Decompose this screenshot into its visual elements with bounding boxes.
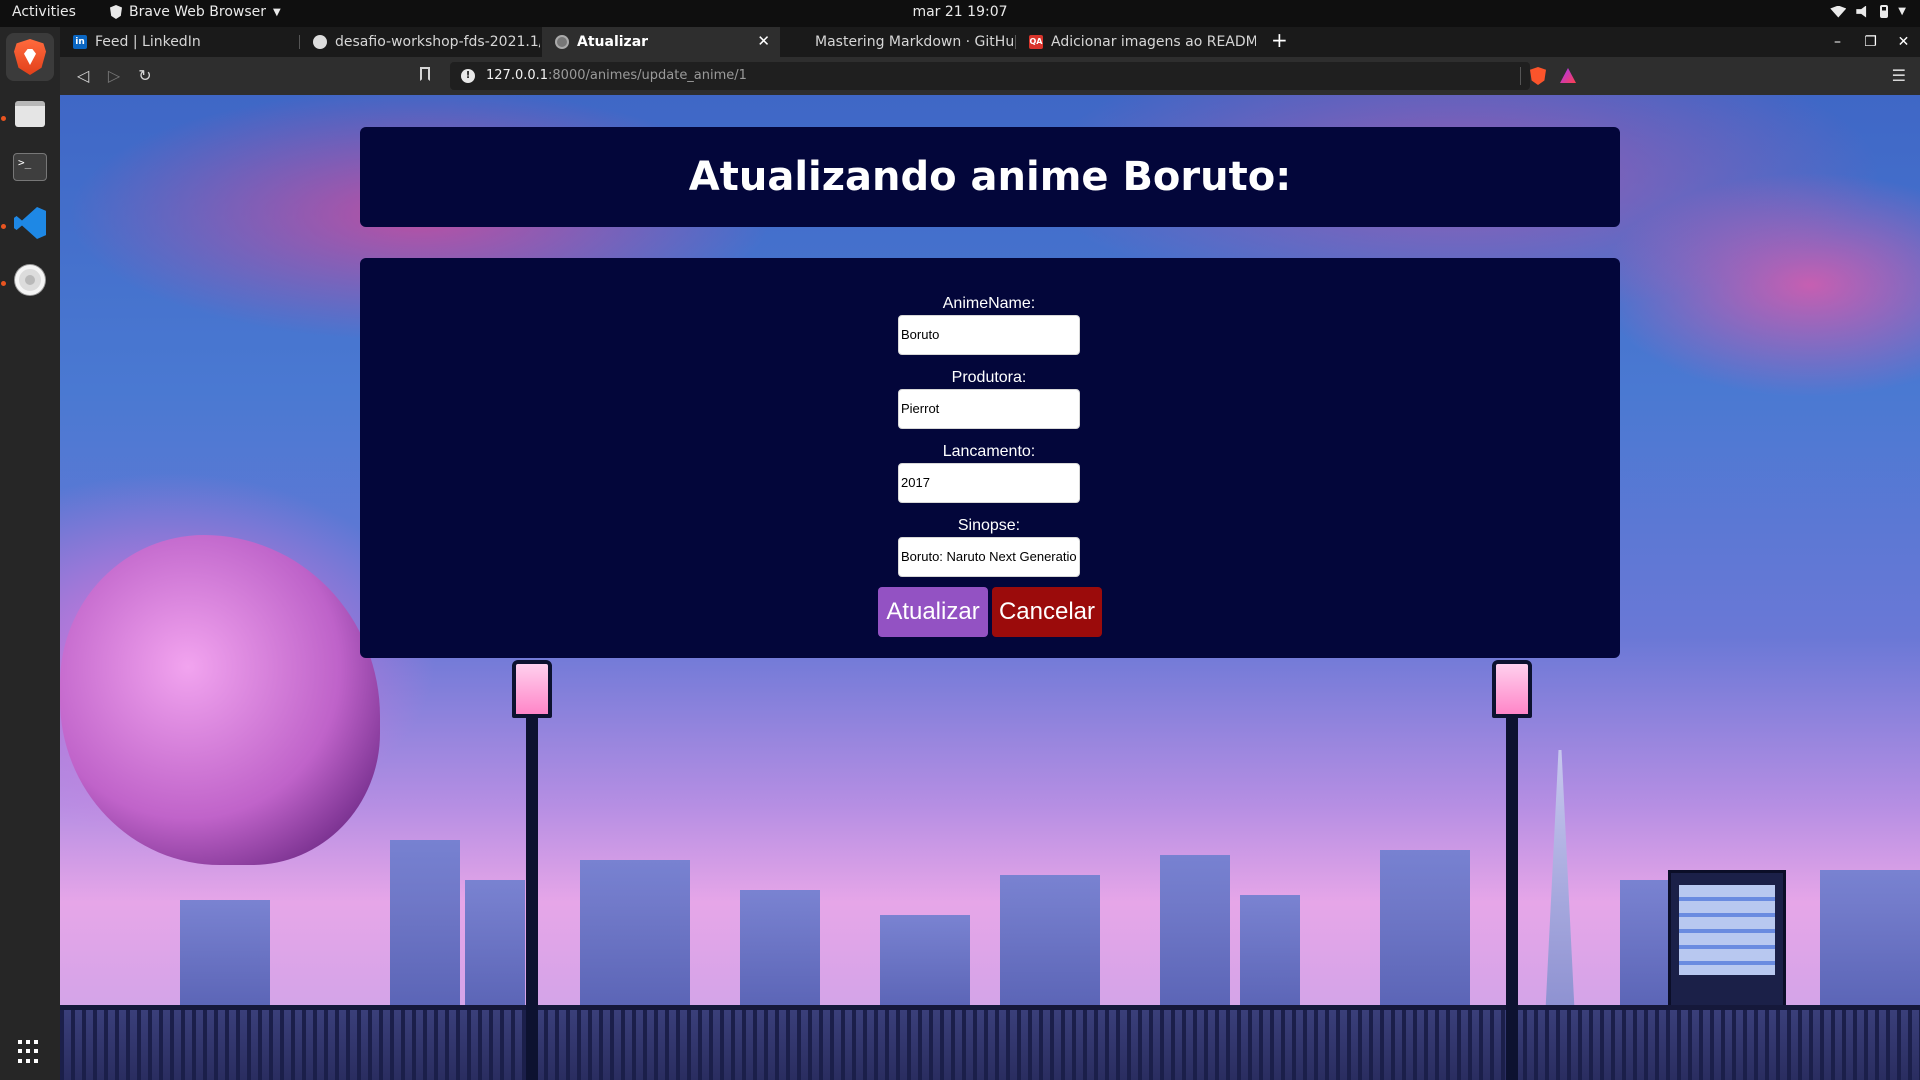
browser-toolbar: ◁ ▷ ↻ ! 127.0.0.1:8000/animes/update_ani… [60, 57, 1920, 95]
tab-title: Adicionar imagens ao READM [1051, 34, 1256, 50]
lancamento-field: Lancamento: 2017 [898, 442, 1080, 503]
dock: >_ [0, 27, 60, 1080]
update-anime-form: AnimeName: Boruto Produtora: Pierrot Lan… [360, 258, 1620, 658]
caret-down-icon: ▼ [273, 6, 281, 18]
qa-icon: QA [1029, 35, 1043, 49]
files-icon [15, 101, 45, 127]
github-icon [313, 35, 327, 49]
bookmark-icon[interactable] [420, 67, 430, 81]
tab-github-repo[interactable]: desafio-workshop-fds-2021.1/ [300, 27, 540, 57]
street-lamp-head [512, 660, 552, 718]
street-lamp [526, 680, 538, 1080]
back-button[interactable]: ◁ [72, 65, 94, 87]
dock-chromium[interactable] [6, 256, 54, 304]
brave-lion-icon [110, 5, 122, 19]
produtora-field: Produtora: Pierrot [898, 368, 1080, 429]
clock[interactable]: mar 21 19:07 [912, 4, 1007, 20]
battery-icon [1880, 5, 1889, 18]
anime-name-label: AnimeName: [942, 295, 1036, 312]
tab-title: Atualizar [577, 34, 649, 50]
street-lamp-head [1492, 660, 1532, 718]
sinopse-field: Sinopse: Boruto: Naruto Next Generatio [898, 516, 1080, 577]
close-tab-icon[interactable]: ✕ [757, 32, 770, 50]
terminal-icon: >_ [13, 153, 47, 181]
tab-title: desafio-workshop-fds-2021.1/ [335, 34, 540, 50]
tab-readme-images[interactable]: QA Adicionar imagens ao READM [1016, 27, 1256, 57]
anime-name-input[interactable]: Boruto [898, 315, 1080, 355]
dock-brave-browser[interactable] [6, 33, 54, 81]
caret-down-icon: ▼ [1898, 6, 1906, 17]
produtora-label: Produtora: [951, 369, 1027, 386]
restore-icon[interactable]: ❐ [1854, 27, 1887, 57]
dock-files[interactable] [6, 90, 54, 138]
page-viewport[interactable]: Atualizando anime Boruto: AnimeName: Bor… [60, 95, 1920, 1080]
tab-strip: in Feed | LinkedIn desafio-workshop-fds-… [60, 27, 1920, 57]
github-icon [793, 35, 807, 49]
lancamento-input[interactable]: 2017 [898, 463, 1080, 503]
brave-browser-icon [14, 39, 46, 75]
volume-icon [1856, 5, 1867, 18]
tab-title: Mastering Markdown · GitHub [815, 34, 1016, 50]
page-title: Atualizando anime Boruto: [688, 154, 1292, 200]
new-tab-button[interactable]: + [1271, 28, 1288, 52]
produtora-input[interactable]: Pierrot [898, 389, 1080, 429]
tab-markdown[interactable]: Mastering Markdown · GitHub [780, 27, 1016, 57]
dock-terminal[interactable]: >_ [6, 143, 54, 191]
hamburger-menu-icon[interactable]: ☰ [1892, 66, 1906, 85]
reload-button[interactable]: ↻ [134, 65, 156, 87]
address-bar[interactable]: ! 127.0.0.1:8000/animes/update_anime/1 [450, 62, 1576, 90]
header-panel: Atualizando anime Boruto: [360, 127, 1620, 227]
tab-atualizar[interactable]: Atualizar ✕ [542, 27, 780, 57]
show-applications-icon[interactable] [18, 1040, 42, 1064]
url-host: 127.0.0.1 [486, 68, 549, 83]
activities-button[interactable]: Activities [12, 4, 76, 20]
lancamento-label: Lancamento: [942, 443, 1036, 460]
vscode-icon [14, 207, 46, 239]
chromium-icon [15, 265, 45, 295]
site-info-icon[interactable]: ! [461, 69, 475, 83]
wifi-icon [1830, 5, 1847, 18]
brave-rewards-icon[interactable] [1560, 68, 1576, 83]
tab-linkedin[interactable]: in Feed | LinkedIn [60, 27, 300, 57]
system-status-area[interactable]: ▼ [1830, 5, 1906, 18]
city-skyline [60, 820, 1920, 1010]
railing [60, 1005, 1920, 1080]
sinopse-input[interactable]: Boruto: Naruto Next Generatio [898, 537, 1080, 577]
clock-container: mar 21 19:07 [0, 4, 1920, 20]
close-window-icon[interactable]: ✕ [1887, 27, 1920, 57]
minimize-icon[interactable]: – [1821, 27, 1854, 57]
linkedin-icon: in [73, 35, 87, 49]
sinopse-label: Sinopse: [957, 517, 1021, 534]
globe-icon [555, 35, 569, 49]
dock-vscode[interactable] [6, 199, 54, 247]
brave-shields-icon[interactable] [1530, 67, 1546, 85]
window-controls: – ❐ ✕ [1821, 27, 1920, 57]
app-menu-label: Brave Web Browser [129, 4, 266, 20]
url-path: :8000/animes/update_anime/1 [548, 68, 747, 83]
cherry-blossom-tree [60, 535, 380, 865]
app-menu[interactable]: Brave Web Browser ▼ [110, 4, 281, 20]
cancelar-button[interactable]: Cancelar [992, 587, 1102, 637]
tab-title: Feed | LinkedIn [95, 34, 201, 50]
street-lamp [1506, 680, 1518, 1080]
anime-name-field: AnimeName: Boruto [898, 294, 1080, 355]
system-top-bar: Activities Brave Web Browser ▼ mar 21 19… [0, 0, 1920, 27]
url-text[interactable]: 127.0.0.1:8000/animes/update_anime/1 [486, 68, 747, 83]
forward-button[interactable]: ▷ [103, 65, 125, 87]
atualizar-button[interactable]: Atualizar [878, 587, 988, 637]
